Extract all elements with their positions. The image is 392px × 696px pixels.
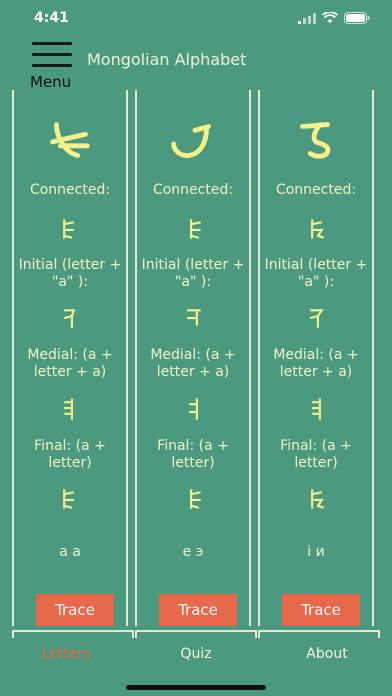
romanization: i и xyxy=(307,544,325,560)
final-label: Final: (a + letter) xyxy=(34,438,106,471)
status-icons xyxy=(298,12,370,24)
menu-button[interactable]: Menu xyxy=(30,40,74,91)
home-indicator[interactable] xyxy=(126,685,266,690)
letter-glyph-icon xyxy=(50,122,90,158)
menu-label: Menu xyxy=(30,73,72,91)
initial-glyph-icon xyxy=(309,309,324,328)
medial-label: Medial: (a + letter + a) xyxy=(273,347,359,380)
hamburger-icon xyxy=(32,42,72,68)
final-label: Final: (a + letter) xyxy=(157,438,229,471)
medial-glyph-icon xyxy=(189,398,198,420)
wifi-icon xyxy=(322,12,338,23)
romanization: e э xyxy=(182,544,204,560)
initial-glyph-icon xyxy=(187,309,201,326)
connected-glyph-icon xyxy=(190,219,201,239)
medial-glyph-icon xyxy=(64,398,73,420)
final-glyph-icon xyxy=(311,489,325,509)
letter-glyph-icon xyxy=(300,122,331,159)
final-glyph-icon xyxy=(63,489,75,509)
medial-glyph-icon xyxy=(312,398,321,420)
letter-card: Connected: Initial (letter + "a" ): Medi… xyxy=(258,90,374,626)
next-row-edge xyxy=(258,630,380,638)
next-row-edge xyxy=(12,630,134,638)
app-title: Mongolian Alphabet xyxy=(87,50,247,69)
header: Menu Mongolian Alphabet xyxy=(0,34,392,91)
romanization: a а xyxy=(59,544,81,560)
final-glyph-icon xyxy=(190,489,201,509)
next-row-edge xyxy=(135,630,257,638)
initial-glyph-icon xyxy=(63,309,76,328)
status-bar: 4:41 xyxy=(0,0,392,34)
letter-glyph-icon xyxy=(171,124,211,158)
tab-about[interactable]: About xyxy=(296,646,358,662)
tab-quiz[interactable]: Quiz xyxy=(168,646,224,662)
battery-icon xyxy=(344,12,370,24)
initial-label: Initial (letter + "a" ): xyxy=(264,257,368,290)
final-label: Final: (a + letter) xyxy=(280,438,352,471)
medial-label: Medial: (a + letter + a) xyxy=(27,347,113,380)
connected-label: Connected: xyxy=(29,182,111,198)
tab-bar: Letters Quiz About xyxy=(0,638,392,678)
trace-button[interactable]: Trace xyxy=(159,594,237,626)
medial-label: Medial: (a + letter + a) xyxy=(150,347,236,380)
initial-label: Initial (letter + "a" ): xyxy=(141,257,245,290)
letter-card: Connected: Initial (letter + "a" ): Medi… xyxy=(135,90,251,626)
trace-button[interactable]: Trace xyxy=(36,594,114,626)
trace-button[interactable]: Trace xyxy=(282,594,360,626)
connected-label: Connected: xyxy=(152,182,234,198)
initial-label: Initial (letter + "a" ): xyxy=(18,257,122,290)
tab-letters[interactable]: Letters xyxy=(38,646,94,662)
letter-grid: Connected: Initial (letter + "a" ): Medi… xyxy=(12,90,380,626)
status-time: 4:41 xyxy=(34,10,69,26)
signal-icon xyxy=(298,12,316,24)
connected-glyph-icon xyxy=(63,219,75,239)
connected-label: Connected: xyxy=(275,182,357,198)
letter-card: Connected: Initial (letter + "a" ): Medi… xyxy=(12,90,128,626)
connected-glyph-icon xyxy=(311,219,325,239)
